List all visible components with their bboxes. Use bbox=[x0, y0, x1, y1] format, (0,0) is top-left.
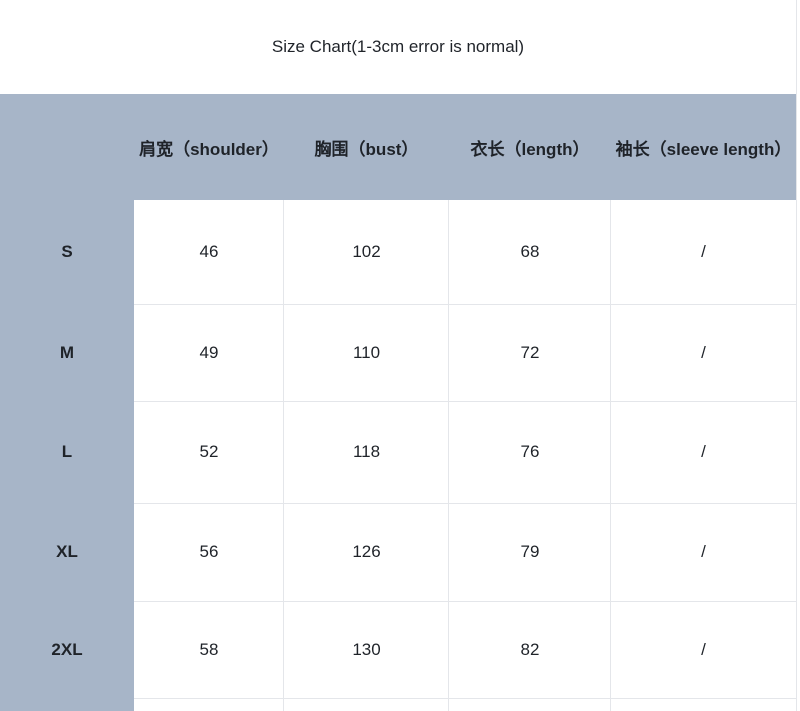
cell-sleeve-length: / bbox=[701, 639, 706, 659]
cell-length: 68 bbox=[520, 242, 540, 261]
cell-shoulder: 46 bbox=[199, 242, 219, 261]
cell-bust: 130 bbox=[352, 639, 381, 659]
cell-sleeve-length: / bbox=[701, 242, 706, 261]
cell-bust: 126 bbox=[352, 542, 381, 561]
row-label-size: XL bbox=[56, 542, 78, 561]
cell-shoulder: 58 bbox=[199, 639, 219, 659]
cell-bust: 102 bbox=[352, 242, 381, 261]
header-shoulder: 肩宽（shoulder） bbox=[139, 139, 279, 159]
row-label-size: S bbox=[61, 242, 73, 261]
row-label-size: L bbox=[61, 442, 73, 461]
header-length: 衣长（length） bbox=[470, 139, 590, 159]
cell-length: 82 bbox=[520, 639, 540, 659]
cell-length: 76 bbox=[520, 442, 540, 461]
size-chart-page: Size Chart(1-3cm error is normal) 肩宽（sho… bbox=[0, 0, 800, 711]
row-label-size: 2XL bbox=[51, 639, 83, 659]
cell-sleeve-length: / bbox=[701, 442, 706, 461]
header-bust: 胸围（bust） bbox=[314, 139, 419, 159]
cell-bust: 118 bbox=[352, 442, 381, 461]
header-sleeve-length: 袖长（sleeve length） bbox=[615, 139, 792, 159]
cell-sleeve-length: / bbox=[701, 342, 706, 362]
cell-shoulder: 49 bbox=[199, 342, 219, 362]
grid-hline bbox=[134, 698, 796, 699]
cell-bust: 110 bbox=[352, 342, 381, 362]
table-right-border bbox=[796, 0, 797, 711]
size-chart-title: Size Chart(1-3cm error is normal) bbox=[271, 37, 525, 56]
cell-shoulder: 52 bbox=[199, 442, 219, 461]
row-label-size: M bbox=[59, 342, 75, 362]
cell-sleeve-length: / bbox=[701, 542, 706, 561]
cell-length: 72 bbox=[520, 342, 540, 362]
cell-shoulder: 56 bbox=[199, 542, 219, 561]
cell-length: 79 bbox=[520, 542, 540, 561]
